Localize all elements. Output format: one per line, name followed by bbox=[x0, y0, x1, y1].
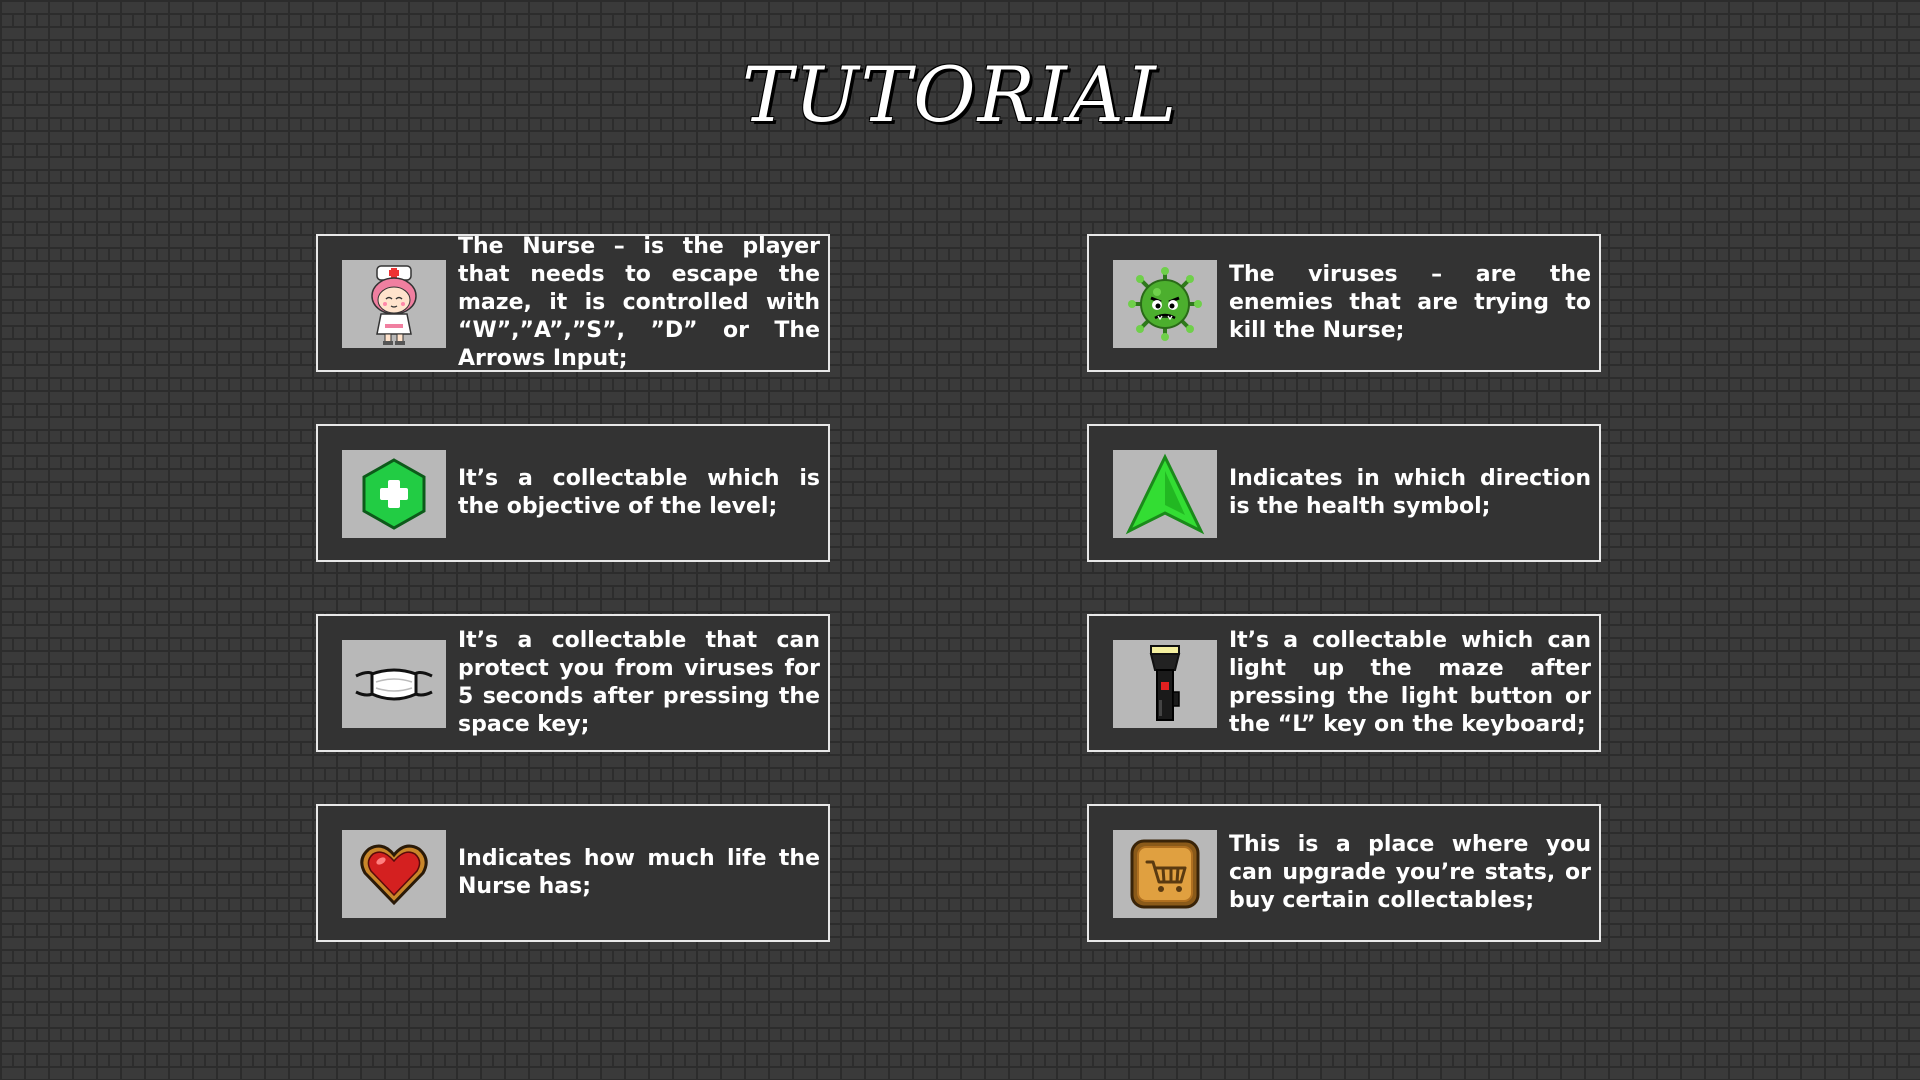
nurse-icon bbox=[342, 260, 446, 348]
tutorial-card-flashlight: It’s a collectable which can light up th… bbox=[1087, 614, 1601, 752]
tutorial-card-nurse: The Nurse – is the player that needs to … bbox=[316, 234, 830, 372]
shop-cart-icon bbox=[1113, 830, 1217, 918]
tutorial-card-heart: Indicates how much life the Nurse has; bbox=[316, 804, 830, 942]
tutorial-card-health-collectable: It’s a collectable which is the objectiv… bbox=[316, 424, 830, 562]
card-description: It’s a collectable which can light up th… bbox=[1229, 628, 1591, 737]
virus-icon bbox=[1113, 260, 1217, 348]
card-description: It’s a collectable which is the objectiv… bbox=[458, 466, 820, 519]
direction-arrow-icon bbox=[1113, 450, 1217, 538]
tutorial-card-direction-arrow: Indicates in which direction is the heal… bbox=[1087, 424, 1601, 562]
card-description: Indicates how much life the Nurse has; bbox=[458, 846, 820, 899]
brick-wall-background bbox=[0, 0, 1920, 1080]
tutorial-card-virus: The viruses – are the enemies that are t… bbox=[1087, 234, 1601, 372]
mask-icon bbox=[342, 640, 446, 728]
page-title: TUTORIAL bbox=[741, 50, 1179, 139]
tutorial-card-shop: This is a place where you can upgrade yo… bbox=[1087, 804, 1601, 942]
card-description: Indicates in which direction is the heal… bbox=[1229, 466, 1591, 519]
heart-icon bbox=[342, 830, 446, 918]
card-description: This is a place where you can upgrade yo… bbox=[1229, 832, 1591, 913]
card-description: The Nurse – is the player that needs to … bbox=[458, 234, 820, 371]
card-description: The viruses – are the enemies that are t… bbox=[1229, 262, 1591, 343]
tutorial-card-mask: It’s a collectable that can protect you … bbox=[316, 614, 830, 752]
flashlight-icon bbox=[1113, 640, 1217, 728]
card-description: It’s a collectable that can protect you … bbox=[458, 628, 820, 737]
health-cross-icon bbox=[342, 450, 446, 538]
